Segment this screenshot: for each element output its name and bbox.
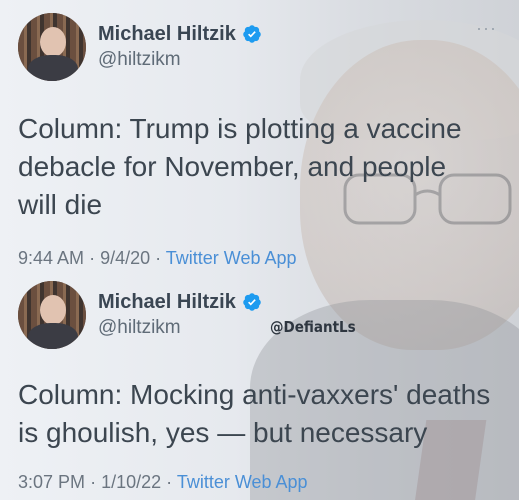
meta-separator: · [155,248,166,268]
tweet-header: Michael Hiltzik @hiltzikm [18,280,498,350]
author-handle[interactable]: @hiltzikm [98,47,262,73]
meta-separator: · [166,472,177,492]
tweet-meta: 9:44 AM · 9/4/20 · Twitter Web App [18,248,498,269]
avatar-body [28,55,78,81]
author-name[interactable]: Michael Hiltzik [98,289,236,315]
tweet-text: Column: Trump is plotting a vaccine deba… [18,113,462,220]
tweet-meta: 3:07 PM · 1/10/22 · Twitter Web App [18,472,498,493]
author-block: Michael Hiltzik @hiltzikm [98,21,262,73]
tweet-date[interactable]: 9/4/20 [100,248,150,268]
author-name-row: Michael Hiltzik [98,289,262,315]
tweet-card[interactable]: Michael Hiltzik @hiltzikm Column: Mockin… [18,280,498,493]
tweet-card[interactable]: Michael Hiltzik @hiltzikm Column: Trump … [18,12,498,269]
avatar-body [28,323,78,349]
tweet-date[interactable]: 1/10/22 [101,472,161,492]
author-block: Michael Hiltzik @hiltzikm [98,289,262,341]
meta-separator: · [89,248,101,268]
meta-separator: · [90,472,102,492]
verified-badge-icon [243,293,261,311]
tweet-time[interactable]: 3:07 PM [18,472,85,492]
avatar-head [40,295,66,325]
avatar-head [40,27,66,57]
verified-badge-icon [243,25,261,43]
author-name[interactable]: Michael Hiltzik [98,21,236,47]
tweet-header: Michael Hiltzik @hiltzikm [18,12,498,82]
author-handle[interactable]: @hiltzikm [98,315,262,341]
tweet-source-app[interactable]: Twitter Web App [166,248,297,268]
tweet-source-app[interactable]: Twitter Web App [177,472,308,492]
tweet-time[interactable]: 9:44 AM [18,248,84,268]
avatar[interactable] [18,13,86,81]
avatar[interactable] [18,281,86,349]
author-name-row: Michael Hiltzik [98,21,262,47]
watermark-text: @DefiantLs [270,318,356,336]
tweet-text: Column: Mocking anti-vaxxers' deaths is … [18,379,491,448]
